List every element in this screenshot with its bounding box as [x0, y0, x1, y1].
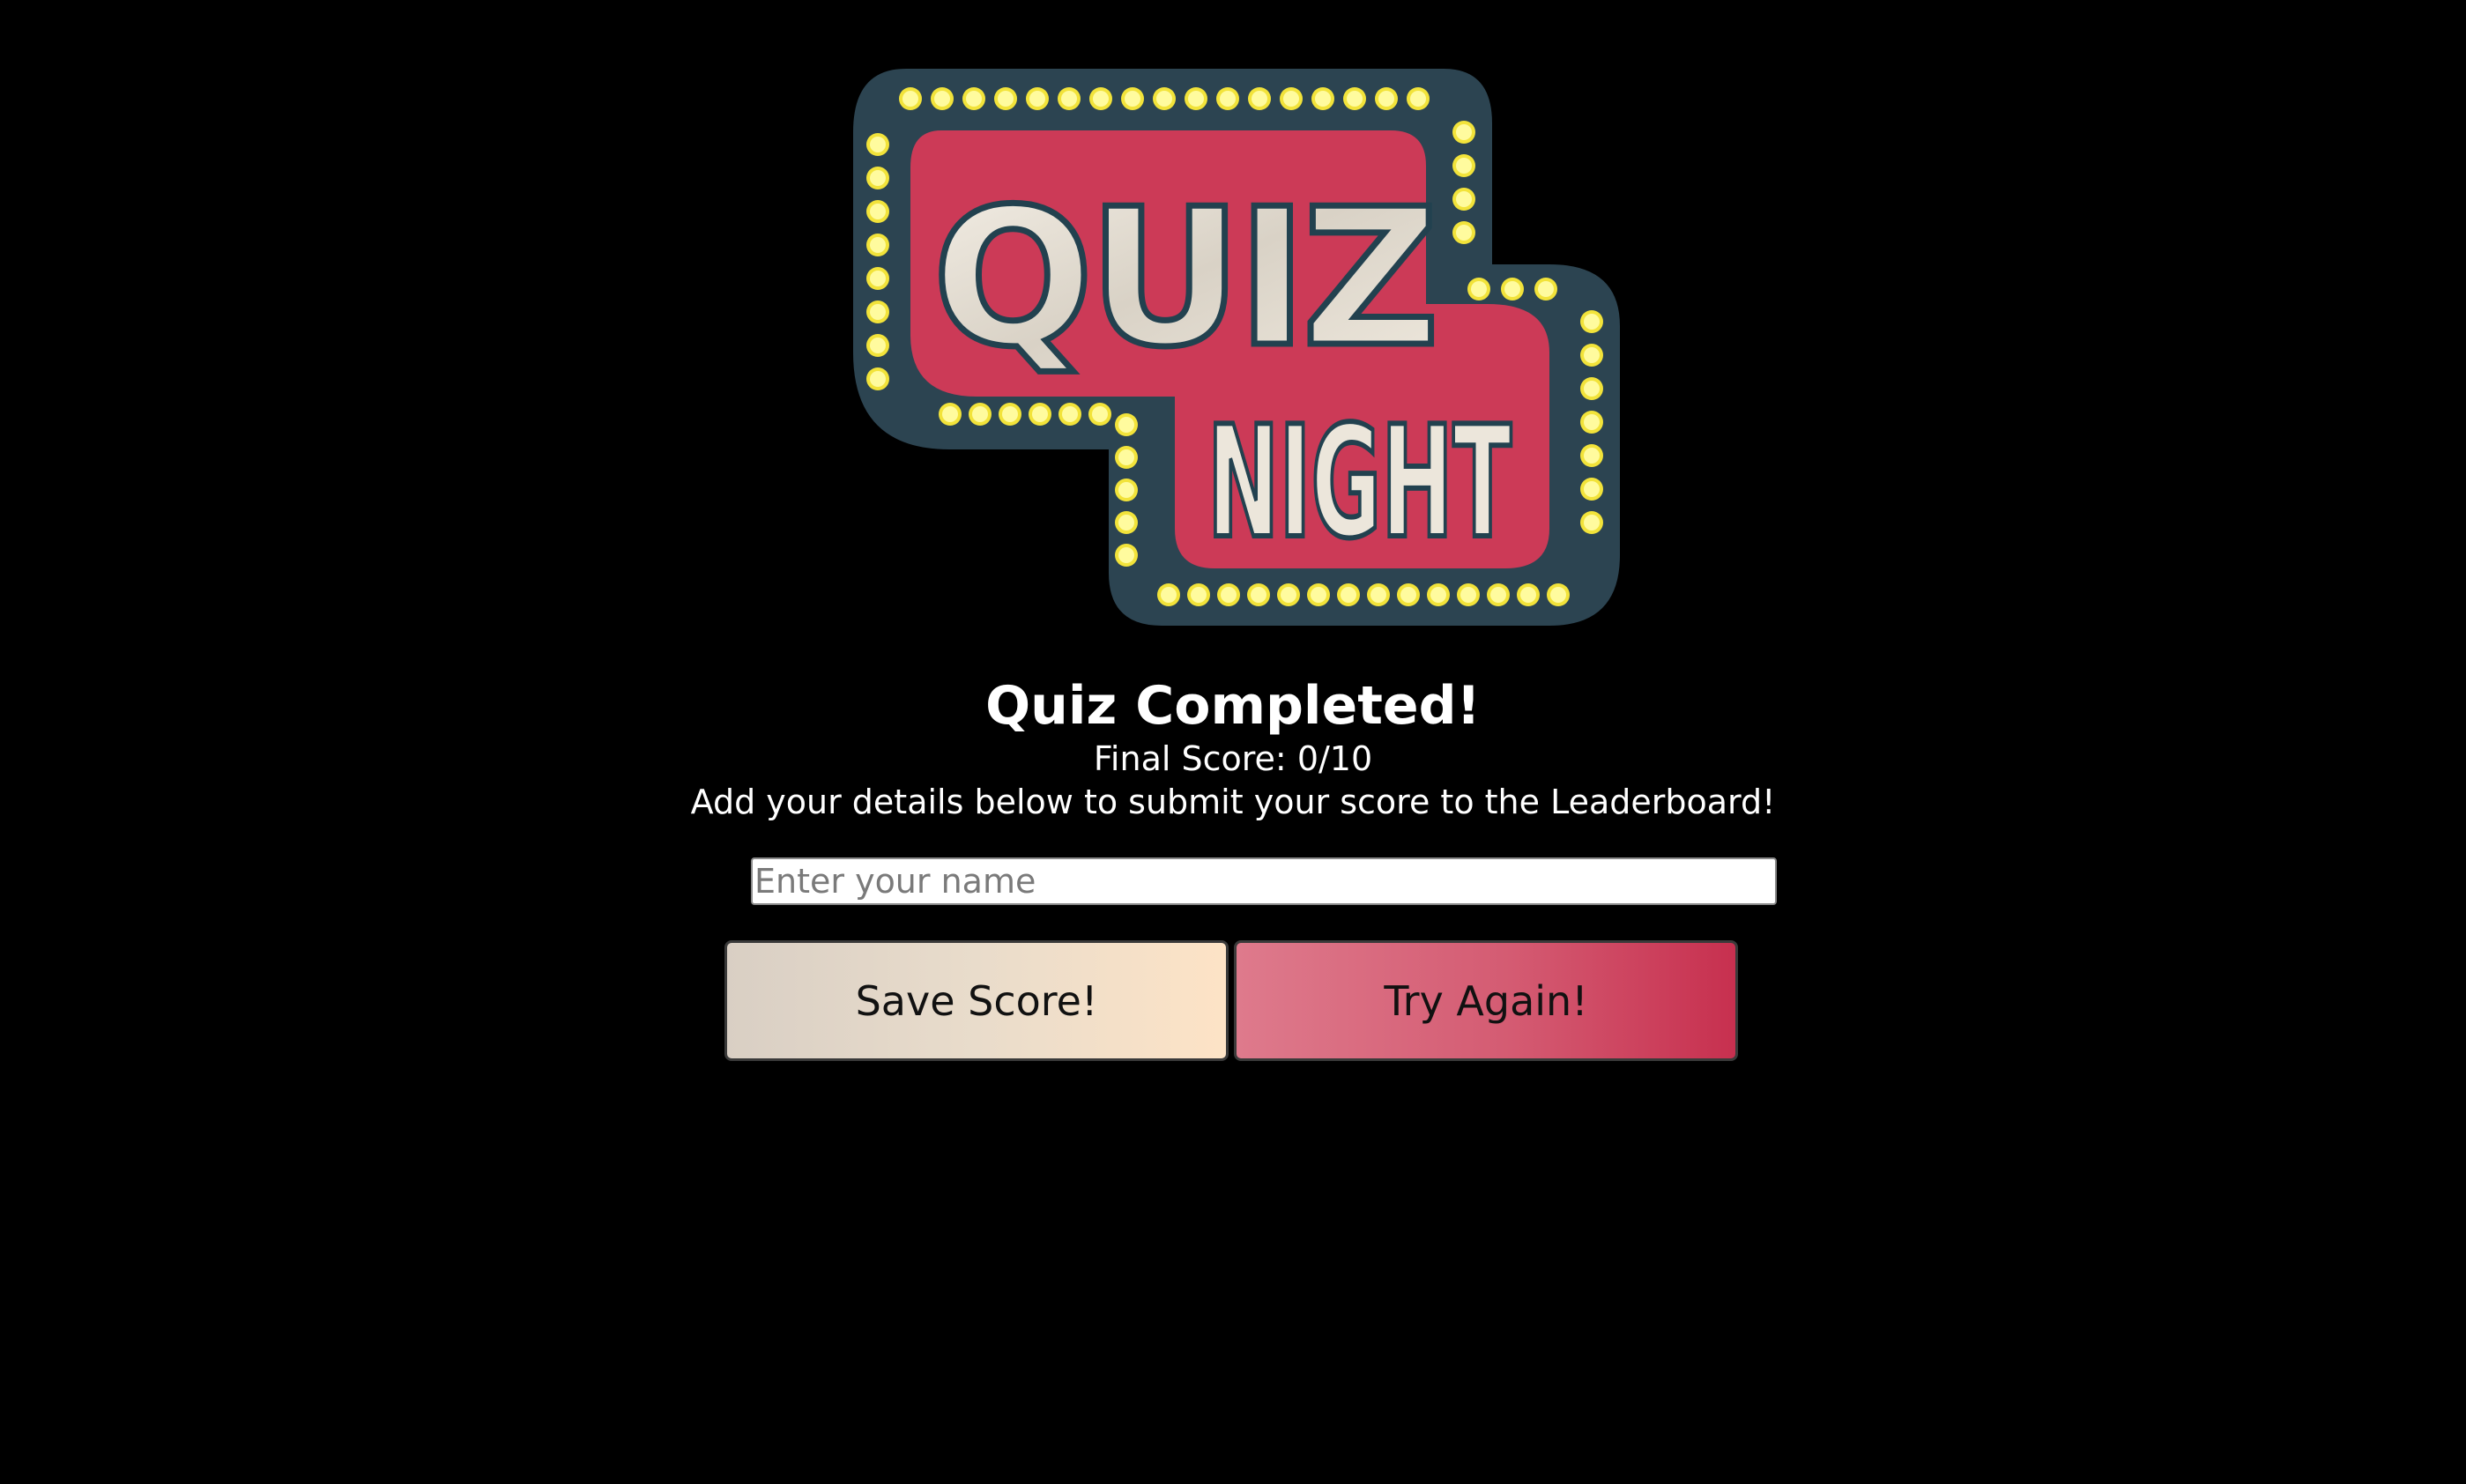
marquee-bulb	[1430, 587, 1446, 603]
marquee-bulb	[1062, 406, 1078, 422]
logo-night-text: NIGHT	[1207, 394, 1512, 573]
marquee-bulb	[942, 406, 958, 422]
marquee-bulb	[1061, 91, 1077, 107]
marquee-bulb	[1029, 91, 1045, 107]
save-score-button[interactable]: Save Score!	[724, 940, 1229, 1061]
marquee-bulb	[1538, 281, 1554, 297]
name-input[interactable]	[751, 857, 1777, 905]
marquee-bulb	[1584, 515, 1600, 531]
marquee-bulb	[998, 91, 1014, 107]
marquee-bulb	[1550, 587, 1566, 603]
marquee-bulb	[1584, 314, 1600, 330]
marquee-bulb	[1221, 587, 1237, 603]
marquee-bulb	[1471, 281, 1487, 297]
marquee-bulb	[1220, 91, 1236, 107]
marquee-bulb	[1584, 347, 1600, 363]
marquee-bulb	[1281, 587, 1296, 603]
marquee-bulb	[1584, 448, 1600, 464]
marquee-bulb	[1504, 281, 1520, 297]
marquee-bulb	[870, 338, 886, 353]
marquee-bulb	[1191, 587, 1207, 603]
marquee-bulb	[1378, 91, 1394, 107]
quiz-night-logo: QUIZ NIGHT	[844, 62, 1620, 626]
logo-quiz-text: QUIZ	[932, 167, 1434, 389]
marquee-bulb	[1400, 587, 1416, 603]
marquee-bulb	[1118, 449, 1134, 465]
marquee-bulb	[1118, 417, 1134, 433]
marquee-bulb	[1156, 91, 1172, 107]
marquee-bulb	[870, 304, 886, 320]
marquee-bulb	[966, 91, 982, 107]
marquee-bulb	[1456, 158, 1472, 174]
marquee-bulb	[1118, 547, 1134, 563]
marquee-bulb	[1283, 91, 1299, 107]
marquee-bulb	[972, 406, 988, 422]
marquee-bulb	[902, 91, 918, 107]
marquee-bulb	[870, 170, 886, 186]
marquee-bulb	[870, 204, 886, 219]
marquee-bulb	[1251, 587, 1266, 603]
marquee-bulb	[1118, 515, 1134, 531]
quiz-completed-heading: Quiz Completed!	[985, 675, 1481, 737]
marquee-bulb	[1584, 414, 1600, 430]
marquee-bulb	[1456, 225, 1472, 241]
marquee-bulb	[1252, 91, 1267, 107]
marquee-bulb	[1410, 91, 1426, 107]
marquee-bulb	[1456, 191, 1472, 207]
marquee-bulb	[1347, 91, 1363, 107]
marquee-bulb	[1032, 406, 1048, 422]
marquee-bulb	[934, 91, 950, 107]
marquee-bulb	[1002, 406, 1018, 422]
marquee-bulb	[1093, 91, 1109, 107]
marquee-bulb	[870, 371, 886, 387]
marquee-bulb	[1460, 587, 1476, 603]
marquee-bulb	[1456, 124, 1472, 140]
marquee-bulb	[1341, 587, 1356, 603]
marquee-bulb	[1370, 587, 1386, 603]
marquee-bulb	[1118, 482, 1134, 498]
marquee-bulb	[870, 137, 886, 152]
final-score-text: Final Score: 0/10	[1093, 739, 1373, 778]
marquee-bulb	[1315, 91, 1331, 107]
marquee-bulb	[1311, 587, 1326, 603]
try-again-button[interactable]: Try Again!	[1234, 940, 1738, 1061]
marquee-bulb	[1584, 381, 1600, 397]
marquee-bulb	[1092, 406, 1108, 422]
marquee-bulb	[1584, 481, 1600, 497]
marquee-bulb	[1125, 91, 1140, 107]
leaderboard-instructions: Add your details below to submit your sc…	[690, 783, 1776, 821]
marquee-bulb	[870, 237, 886, 253]
marquee-bulb	[1161, 587, 1177, 603]
marquee-bulb	[1520, 587, 1536, 603]
marquee-bulb	[870, 271, 886, 286]
marquee-bulb	[1188, 91, 1204, 107]
marquee-bulb	[1490, 587, 1506, 603]
